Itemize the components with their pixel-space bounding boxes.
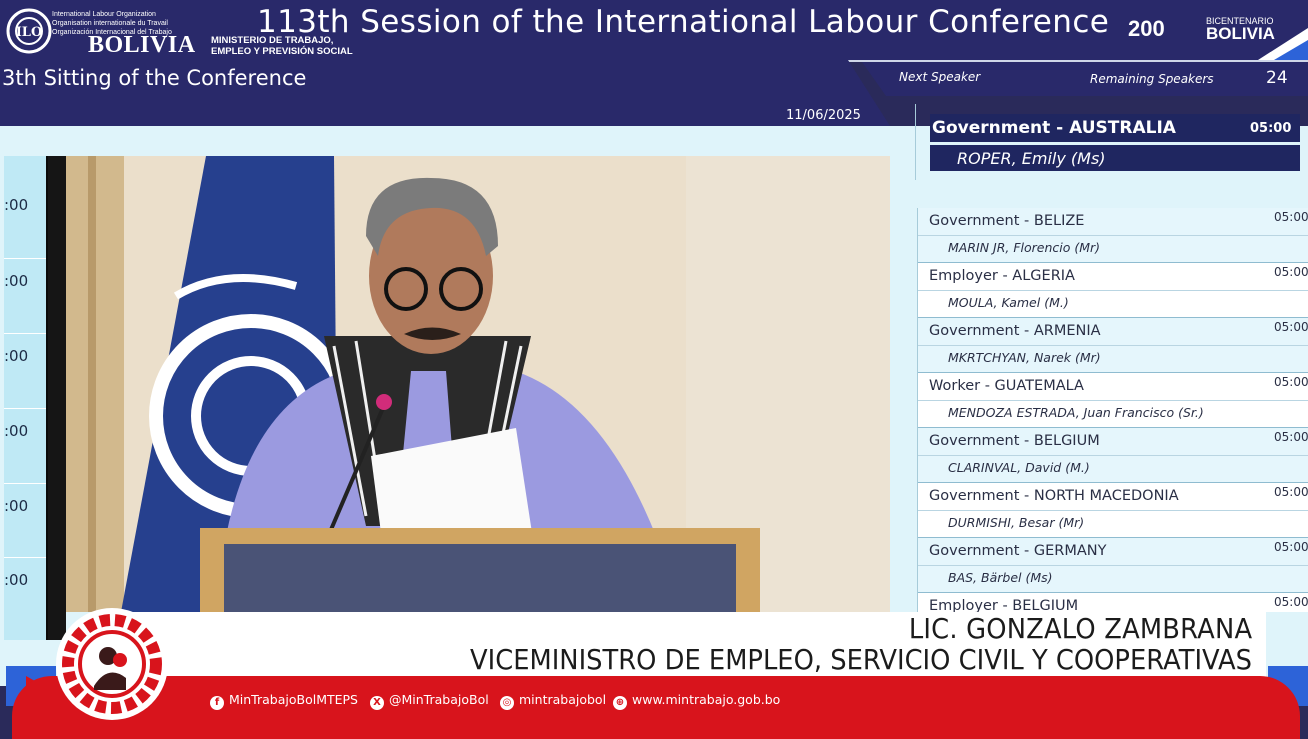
list-item-separator [918, 455, 1308, 456]
website-link[interactable]: ⊕ www.mintrabajo.gob.bo [613, 692, 780, 710]
speaker-role-caption: VICEMINISTRO DE EMPLEO, SERVICIO CIVIL Y… [470, 643, 1252, 676]
list-item: Government - GERMANY 05:00 BAS, Bärbel (… [918, 538, 1308, 593]
facebook-handle: MinTrabajoBolMTEPS [229, 692, 358, 707]
next-speaker-time: 05:00 [1250, 121, 1292, 136]
next-speaker-rule [915, 104, 916, 180]
ilo-logo-icon: ILO [6, 8, 52, 54]
list-item-country: Government - BELIZE [929, 213, 1085, 229]
list-item-country: Worker - GUATEMALA [929, 378, 1084, 394]
bicentenario-number: 200 [1128, 16, 1165, 41]
list-item-name: MENDOZA ESTRADA, Juan Francisco (Sr.) [948, 405, 1204, 420]
strip-time: :00 [4, 196, 29, 214]
list-item-time: 05:00 [1274, 430, 1308, 444]
list-item-time: 05:00 [1274, 265, 1308, 279]
ilo-name-fr: Organisation internationale du Travail [52, 20, 168, 27]
instagram-icon: ◎ [500, 696, 514, 710]
sitting-title: 3th Sitting of the Conference [2, 66, 307, 90]
website-url: www.mintrabajo.gob.bo [632, 692, 781, 707]
list-item-separator [918, 400, 1308, 401]
list-item-separator [918, 510, 1308, 511]
ministry-line-2: EMPLEO Y PREVISIÓN SOCIAL [211, 46, 353, 57]
list-item-time: 05:00 [1274, 485, 1308, 499]
strip-time: :00 [4, 422, 29, 440]
list-item-country: Government - BELGIUM [929, 433, 1100, 449]
list-item-name: CLARINVAL, David (M.) [948, 460, 1090, 475]
list-item-time: 05:00 [1274, 210, 1308, 224]
list-item-separator [918, 345, 1308, 346]
strip-divider [4, 333, 46, 334]
list-item-time: 05:00 [1274, 595, 1308, 609]
list-item-time: 05:00 [1274, 320, 1308, 334]
speaker-name-caption: LIC. GONZALO ZAMBRANA [908, 612, 1252, 645]
list-item-name: MOULA, Kamel (M.) [948, 295, 1069, 310]
list-item-country: Government - NORTH MACEDONIA [929, 488, 1179, 504]
x-handle: @MinTrabajoBol [389, 692, 489, 707]
flag-stripe-icon [1258, 28, 1308, 60]
x-icon: X [370, 696, 384, 710]
conference-title: 113th Session of the International Labou… [257, 4, 1110, 40]
strip-time: :00 [4, 272, 29, 290]
list-item: Government - NORTH MACEDONIA 05:00 DURMI… [918, 483, 1308, 538]
strip-divider [4, 557, 46, 558]
bolivia-wordmark: BOLIVIA [88, 32, 196, 58]
list-item-time: 05:00 [1274, 540, 1308, 554]
instagram-link[interactable]: ◎ mintrabajobol [500, 692, 606, 710]
next-speaker-label: Next Speaker [899, 70, 981, 84]
x-link[interactable]: X @MinTrabajoBol [370, 692, 489, 710]
list-item-country: Government - GERMANY [929, 543, 1107, 559]
list-item-name: BAS, Bärbel (Ms) [948, 570, 1053, 585]
list-item-separator [918, 565, 1308, 566]
list-item-separator [918, 290, 1308, 291]
strip-time: :00 [4, 571, 29, 589]
list-item-name: MKRTCHYAN, Narek (Mr) [948, 350, 1101, 365]
list-item: Employer - BELGIUM 05:00 [918, 593, 1308, 612]
left-schedule-strip [4, 156, 48, 640]
list-item: Government - BELGIUM 05:00 CLARINVAL, Da… [918, 428, 1308, 483]
list-item: Government - ARMENIA 05:00 MKRTCHYAN, Na… [918, 318, 1308, 373]
globe-icon: ⊕ [613, 696, 627, 710]
svg-text:ILO: ILO [16, 25, 43, 40]
strip-divider [4, 408, 46, 409]
ilo-name-en: International Labour Organization [52, 11, 156, 18]
list-item-country: Employer - BELGIUM [929, 598, 1079, 612]
speaker-video-frame [66, 156, 890, 612]
list-item: Worker - GUATEMALA 05:00 MENDOZA ESTRADA… [918, 373, 1308, 428]
ministry-seal [56, 608, 168, 720]
session-date: 11/06/2025 [786, 108, 861, 123]
list-item-country: Employer - ALGERIA [929, 268, 1075, 284]
speakers-list: Government - BELIZE 05:00 MARIN JR, Flor… [917, 208, 1308, 612]
strip-divider [4, 258, 46, 259]
video-feed [66, 156, 890, 612]
list-item-name: MARIN JR, Florencio (Mr) [948, 240, 1101, 255]
list-item: Government - BELIZE 05:00 MARIN JR, Flor… [918, 208, 1308, 263]
strip-time: :00 [4, 497, 29, 515]
strip-divider [4, 483, 46, 484]
strip-time: :00 [4, 347, 29, 365]
ministry-gear-logo-icon [62, 614, 162, 714]
list-item-time: 05:00 [1274, 375, 1308, 389]
list-item-country: Government - ARMENIA [929, 323, 1101, 339]
next-speaker-name: ROPER, Emily (Ms) [957, 149, 1106, 168]
remaining-speakers-count: 24 [1266, 68, 1288, 88]
facebook-link[interactable]: f MinTrabajoBolMTEPS [210, 692, 358, 710]
list-item-separator [918, 235, 1308, 236]
remaining-speakers-label: Remaining Speakers [1090, 72, 1214, 86]
video-edge-bar [48, 156, 66, 640]
list-item-name: DURMISHI, Besar (Mr) [948, 515, 1085, 530]
next-speaker-country: Government - AUSTRALIA [932, 118, 1176, 138]
list-item: Employer - ALGERIA 05:00 MOULA, Kamel (M… [918, 263, 1308, 318]
instagram-handle: mintrabajobol [519, 692, 607, 707]
facebook-icon: f [210, 696, 224, 710]
